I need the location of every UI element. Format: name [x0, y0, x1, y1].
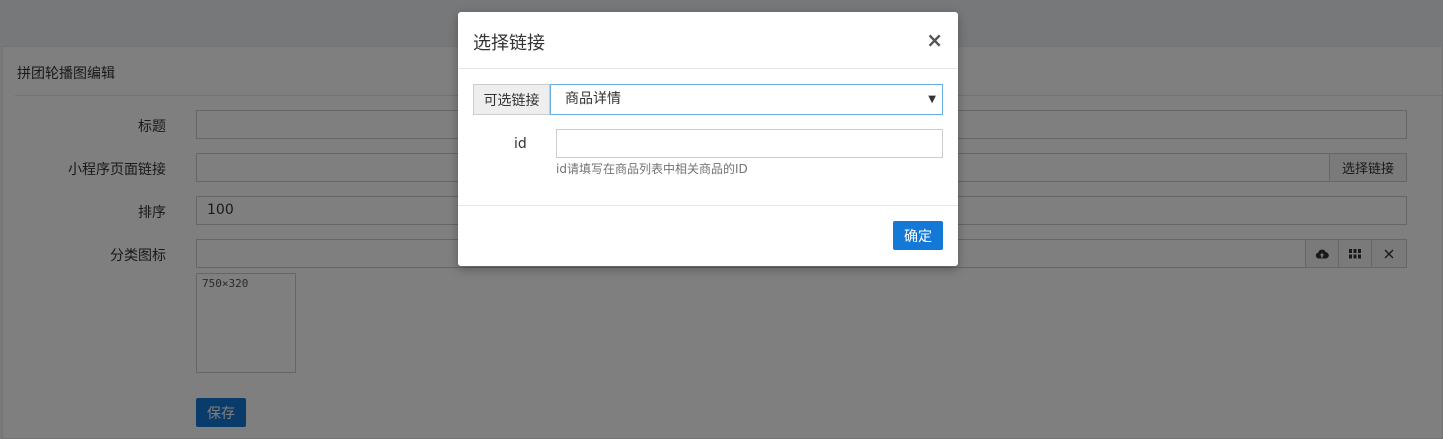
choose-link-modal: 选择链接 × 可选链接 商品详情 ▼ id id请填写在商品列表中相关商品的ID…: [458, 12, 958, 266]
id-input[interactable]: [556, 129, 943, 158]
link-type-select[interactable]: 商品详情 ▼: [550, 84, 943, 115]
id-label: id: [514, 136, 527, 152]
modal-footer-divider: [458, 205, 958, 206]
modal-title: 选择链接: [473, 33, 545, 54]
select-caret-icon: ▼: [928, 94, 936, 105]
modal-close-icon[interactable]: ×: [926, 29, 943, 51]
modal-header-divider: [458, 68, 958, 69]
link-type-addon: 可选链接: [473, 84, 550, 115]
id-help-text: id请填写在商品列表中相关商品的ID: [556, 162, 748, 176]
link-type-selected: 商品详情: [565, 91, 621, 107]
confirm-button[interactable]: 确定: [893, 221, 943, 250]
